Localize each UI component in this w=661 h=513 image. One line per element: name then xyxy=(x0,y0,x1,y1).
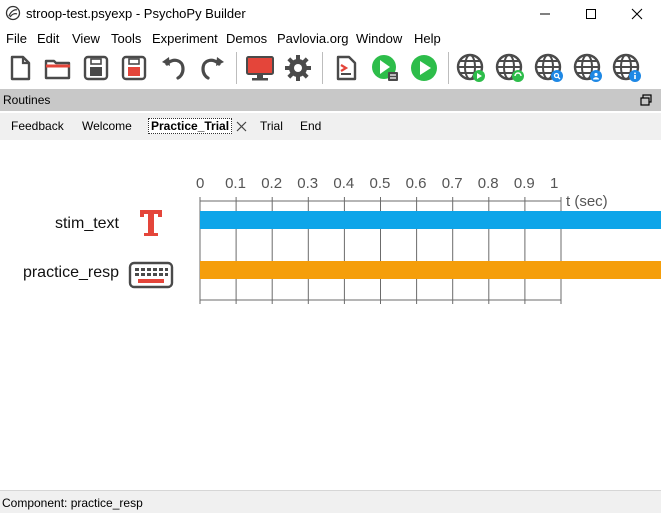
psychopy-icon xyxy=(5,5,21,21)
monitor-icon xyxy=(246,56,274,81)
save-button[interactable] xyxy=(80,52,112,84)
run-icon xyxy=(411,55,437,81)
pavlovia-sync-icon xyxy=(495,53,524,82)
timeline-grid xyxy=(199,197,562,304)
pavlovia-user-icon xyxy=(573,53,602,82)
menu-edit[interactable]: Edit xyxy=(37,31,59,46)
tab-practice-trial[interactable]: Practice_Trial xyxy=(148,118,233,134)
run-button[interactable] xyxy=(408,52,440,84)
save-as-icon xyxy=(121,55,147,81)
menu-window[interactable]: Window xyxy=(356,31,402,46)
tab-feedback[interactable]: Feedback xyxy=(11,119,64,133)
minimize-button[interactable] xyxy=(522,0,568,27)
save-as-button[interactable] xyxy=(118,52,150,84)
menu-file[interactable]: File xyxy=(6,31,27,46)
redo-icon xyxy=(201,57,224,80)
keyboard-component-icon[interactable] xyxy=(128,261,174,289)
component-name-stim-text[interactable]: stim_text xyxy=(0,215,119,233)
compile-script-button[interactable] xyxy=(330,52,362,84)
menu-bar: File Edit View Tools Experiment Demos Pa… xyxy=(0,28,661,48)
compile-script-icon xyxy=(336,55,357,81)
status-bar: Component: practice_resp xyxy=(0,490,661,513)
tab-end[interactable]: End xyxy=(300,119,321,133)
pavlovia-search-icon xyxy=(534,53,563,82)
minimize-icon xyxy=(540,13,550,14)
menu-experiment[interactable]: Experiment xyxy=(152,31,218,46)
menu-help[interactable]: Help xyxy=(414,31,441,46)
maximize-icon xyxy=(586,8,596,19)
menu-demos[interactable]: Demos xyxy=(226,31,267,46)
title-bar: stroop-test.psyexp - PsychoPy Builder xyxy=(0,0,661,27)
save-icon xyxy=(83,55,109,81)
close-button[interactable] xyxy=(614,0,660,27)
toolbar-separator xyxy=(322,52,323,84)
routines-panel-header: Routines xyxy=(0,89,661,111)
tab-welcome[interactable]: Welcome xyxy=(82,119,132,133)
pavlovia-search-button[interactable] xyxy=(533,52,565,84)
pavlovia-user-button[interactable] xyxy=(572,52,604,84)
redo-button[interactable] xyxy=(196,52,228,84)
component-bar-practice-resp[interactable] xyxy=(200,261,661,279)
menu-pavlovia[interactable]: Pavlovia.org xyxy=(277,31,349,46)
close-icon xyxy=(631,8,643,19)
pavlovia-run-icon xyxy=(456,53,485,82)
menu-view[interactable]: View xyxy=(72,31,100,46)
component-bar-stim-text[interactable] xyxy=(200,211,661,229)
routines-panel-title: Routines xyxy=(3,93,51,107)
new-file-button[interactable] xyxy=(4,52,36,84)
settings-gear-icon xyxy=(285,55,311,81)
pavlovia-run-button[interactable] xyxy=(455,52,487,84)
run-pilot-button[interactable] xyxy=(369,52,401,84)
window-title: stroop-test.psyexp - PsychoPy Builder xyxy=(26,6,246,21)
toolbar-separator xyxy=(448,52,449,84)
pavlovia-info-icon xyxy=(612,53,641,82)
status-text: Component: practice_resp xyxy=(2,496,143,510)
component-name-practice-resp[interactable]: practice_resp xyxy=(0,264,119,282)
toolbar xyxy=(0,48,661,88)
undo-icon xyxy=(162,57,185,80)
menu-tools[interactable]: Tools xyxy=(111,31,141,46)
restore-pane-icon[interactable] xyxy=(640,94,652,106)
tab-trial[interactable]: Trial xyxy=(260,119,283,133)
toolbar-separator xyxy=(236,52,237,84)
routine-timeline: 0 0.1 0.2 0.3 0.4 0.5 0.6 0.7 0.8 0.9 1 t (sec) st… xyxy=(0,140,661,490)
pavlovia-sync-button[interactable] xyxy=(494,52,526,84)
open-folder-icon xyxy=(44,59,71,80)
run-pilot-icon xyxy=(372,55,398,81)
routine-tabs: Feedback Welcome Practice_Trial Trial En… xyxy=(0,113,661,140)
new-file-icon xyxy=(10,55,31,81)
pavlovia-info-button[interactable] xyxy=(611,52,643,84)
undo-button[interactable] xyxy=(158,52,190,84)
maximize-button[interactable] xyxy=(568,0,614,27)
close-tab-icon[interactable] xyxy=(236,121,247,132)
text-component-icon[interactable] xyxy=(137,207,165,239)
monitor-center-button[interactable] xyxy=(244,52,276,84)
open-button[interactable] xyxy=(42,52,74,84)
experiment-settings-button[interactable] xyxy=(282,52,314,84)
